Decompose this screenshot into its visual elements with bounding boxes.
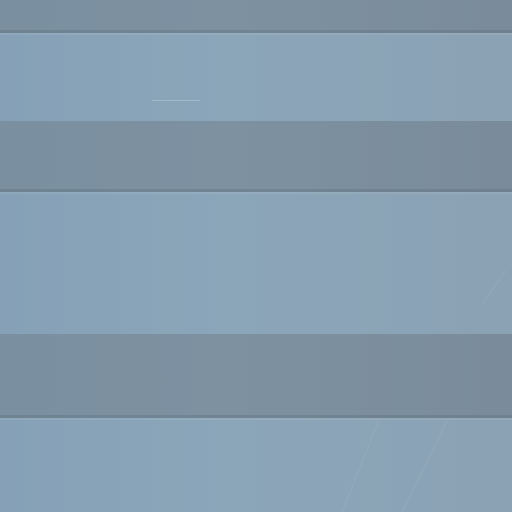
stripe-dark-2 <box>0 121 512 192</box>
striped-surface <box>0 0 512 512</box>
stripe-light-2 <box>0 192 512 334</box>
stripe-light-1 <box>0 33 512 121</box>
stripe-dark-1 <box>0 0 512 33</box>
faint-dash-mark <box>152 100 200 101</box>
stripe-light-3 <box>0 418 512 512</box>
stripe-dark-3 <box>0 334 512 418</box>
